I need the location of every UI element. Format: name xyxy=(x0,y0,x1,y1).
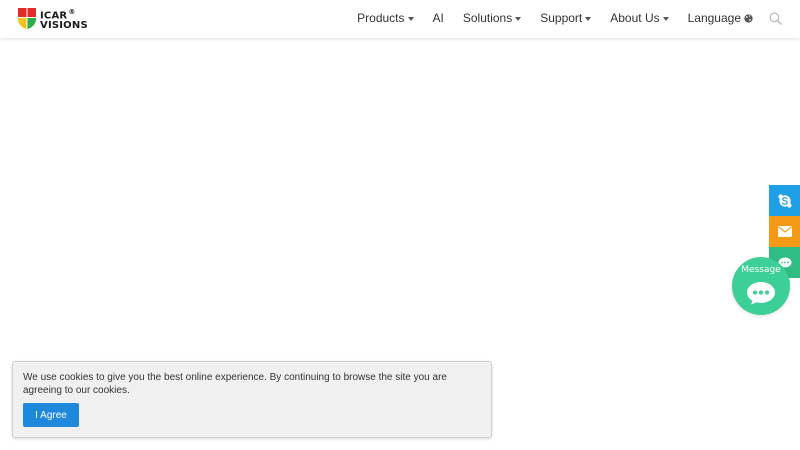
site-header: ICAR® VISIONS Products AI Solutions Supp… xyxy=(0,0,800,38)
logo-shield-icon xyxy=(18,8,36,29)
logo-registered: ® xyxy=(68,7,76,16)
caret-down-icon xyxy=(407,16,414,21)
nav-support[interactable]: Support xyxy=(540,11,592,25)
globe-icon xyxy=(744,13,753,23)
skype-button[interactable] xyxy=(769,185,800,216)
logo[interactable]: ICAR® VISIONS xyxy=(18,7,88,31)
cookie-message: We use cookies to give you the best onli… xyxy=(23,372,447,396)
nav-about-us[interactable]: About Us xyxy=(610,11,669,25)
speech-bubble-icon xyxy=(747,282,775,305)
nav-products[interactable]: Products xyxy=(357,11,414,25)
cookie-banner: We use cookies to give you the best onli… xyxy=(12,361,492,438)
caret-down-icon xyxy=(585,16,592,21)
search-icon[interactable] xyxy=(769,11,782,25)
nav-solutions[interactable]: Solutions xyxy=(462,11,522,25)
nav-language[interactable]: Language xyxy=(688,11,753,25)
message-label: Message xyxy=(741,265,781,275)
message-widget-button[interactable]: Message xyxy=(732,257,790,315)
logo-wordmark: ICAR® VISIONS xyxy=(40,7,88,31)
nav-ai[interactable]: AI xyxy=(433,11,444,25)
agree-button[interactable]: I Agree xyxy=(23,403,79,427)
skype-icon xyxy=(777,193,792,208)
caret-down-icon xyxy=(515,16,522,21)
main-nav: Products AI Solutions Support About Us L… xyxy=(338,0,782,36)
email-button[interactable] xyxy=(769,216,800,247)
nav-support-label: Support xyxy=(540,11,583,25)
nav-language-label: Language xyxy=(687,11,741,25)
nav-about-us-label: About Us xyxy=(610,11,660,25)
logo-line2: VISIONS xyxy=(40,20,88,32)
mail-icon xyxy=(777,226,792,237)
nav-products-label: Products xyxy=(357,11,405,25)
nav-solutions-label: Solutions xyxy=(462,11,513,25)
nav-ai-label: AI xyxy=(432,11,444,25)
caret-down-icon xyxy=(662,16,669,21)
